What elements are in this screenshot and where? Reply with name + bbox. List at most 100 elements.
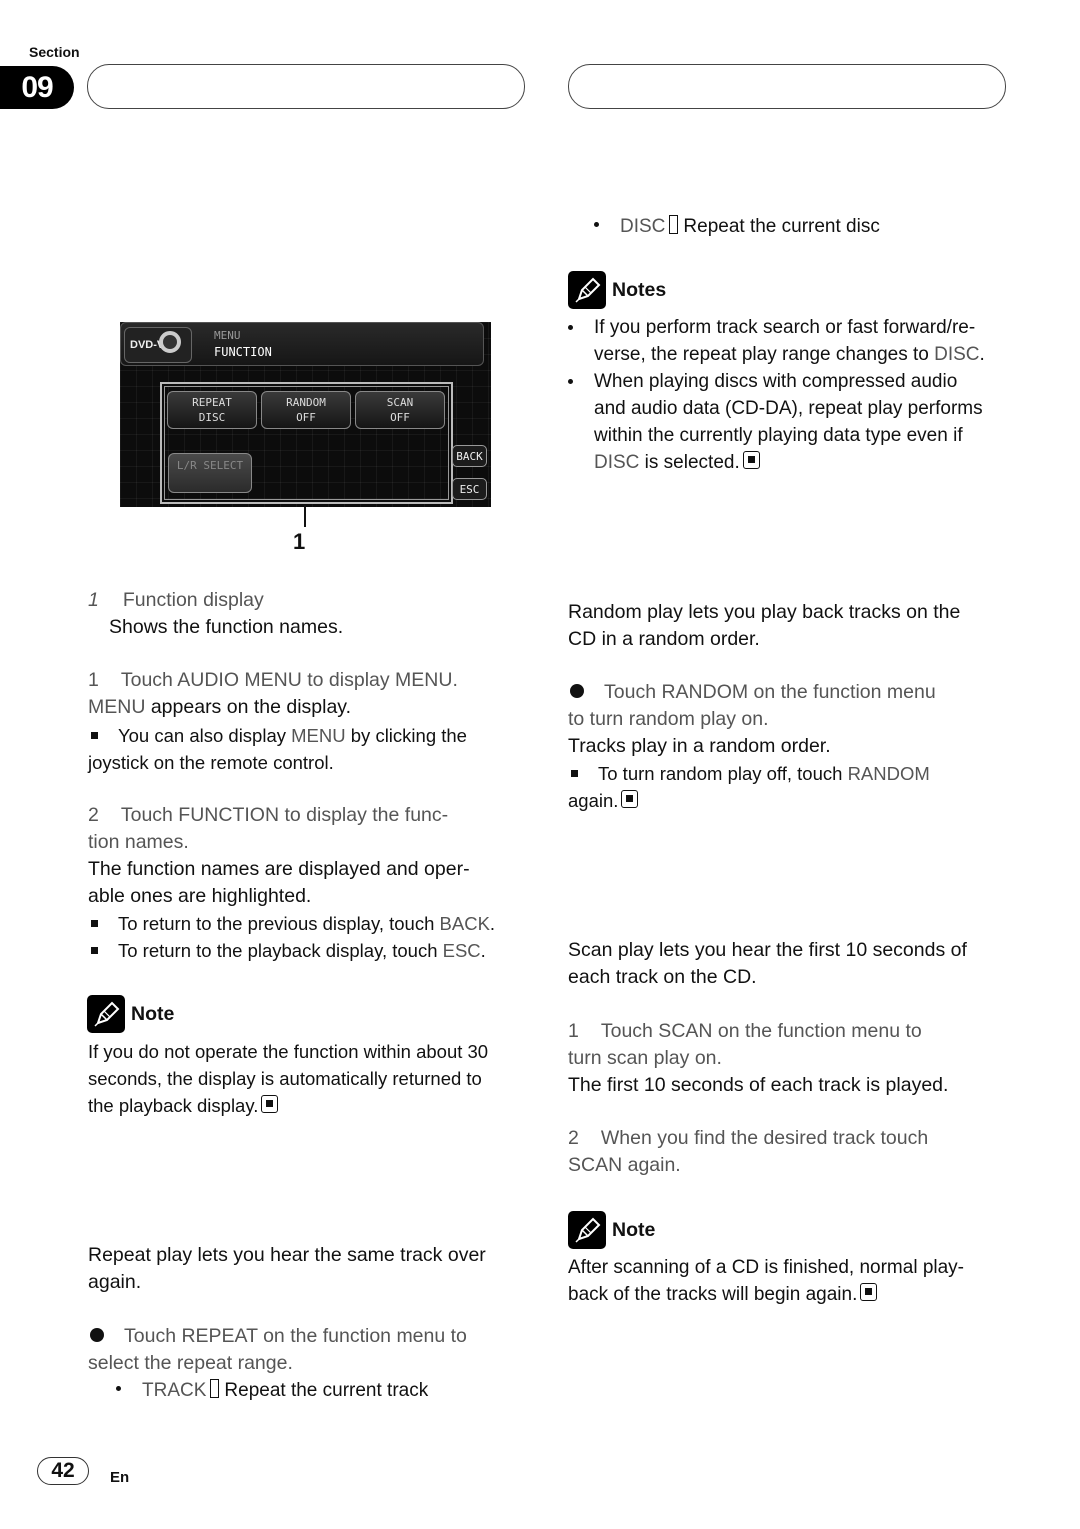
option-desc: Repeat the current disc xyxy=(683,216,880,237)
scan-button-label: SCAN xyxy=(386,396,414,409)
scan-button[interactable]: SCAN OFF xyxy=(355,391,445,429)
step-text: Touch AUDIO MENU to display MENU. xyxy=(120,669,458,691)
note-line: When playing discs with compressed audio xyxy=(594,371,958,392)
step-result-cont: able ones are highlighted. xyxy=(88,885,312,907)
random-tip: To turn random play off, touch RANDOM ag… xyxy=(568,760,1013,814)
callout-line xyxy=(304,505,306,527)
repeat-button[interactable]: REPEAT DISC xyxy=(167,391,257,429)
section-number-tab: 09 xyxy=(0,66,74,109)
note-title: Note xyxy=(131,1002,175,1025)
function-display-screenshot: DVD-V MENU FUNCTION REPEAT DISC RANDOM O… xyxy=(120,322,491,507)
step-result: The first 10 seconds of each track is pl… xyxy=(568,1074,949,1096)
step-text-cont: to turn random play on. xyxy=(568,708,769,730)
tip-bullet-icon xyxy=(91,732,98,740)
step-number: 2 xyxy=(568,1127,579,1149)
note-heading: Note xyxy=(87,995,174,1033)
back-button[interactable]: BACK xyxy=(452,445,487,467)
option-bullet-icon xyxy=(594,222,599,228)
tip-esc: To return to the playback display, touch… xyxy=(88,937,528,964)
note-line: is selected. xyxy=(639,452,740,473)
note-line: If you do not operate the function withi… xyxy=(88,1041,489,1062)
step-text: Touch SCAN on the function menu to xyxy=(600,1020,922,1042)
language-code: En xyxy=(110,1469,130,1486)
note-bullet-icon xyxy=(568,325,573,330)
step-result: The function names are displayed and ope… xyxy=(88,858,470,880)
tip-bullet-icon xyxy=(571,770,578,778)
step-text: Touch REPEAT on the function menu to xyxy=(124,1325,467,1347)
tip-text: To return to the previous display, touch xyxy=(118,913,440,934)
note-line: verse, the repeat play range changes to xyxy=(594,344,935,365)
step-1-tip: You can also display MENU by clicking th… xyxy=(88,722,528,776)
caption-number: 1 xyxy=(88,589,99,611)
callout-number: 1 xyxy=(293,529,306,554)
note-line: seconds, the display is automatically re… xyxy=(88,1068,482,1089)
tip-bullet-icon xyxy=(91,947,98,955)
note-item: If you perform track search or fast forw… xyxy=(568,314,1018,368)
esc-term: ESC xyxy=(442,940,481,961)
track-term: TRACK xyxy=(142,1380,207,1401)
option-desc: Repeat the current track xyxy=(224,1380,429,1401)
intro-line: again. xyxy=(88,1271,142,1293)
scan-button-value: OFF xyxy=(390,411,410,424)
note-line: and audio data (CD-DA), repeat play perf… xyxy=(594,398,983,419)
random-term: RANDOM xyxy=(847,763,930,784)
tip-text: You can also display xyxy=(118,725,292,746)
repeat-button-label: REPEAT xyxy=(192,396,232,409)
notes-list: If you perform track search or fast forw… xyxy=(568,314,1018,476)
missing-glyph-icon xyxy=(669,215,679,234)
scan-note-body: After scanning of a CD is finished, norm… xyxy=(568,1254,1013,1308)
step-text: When you find the desired track touch xyxy=(600,1127,929,1149)
page-number: 42 xyxy=(37,1457,89,1485)
intro-line: CD in a random order. xyxy=(568,628,760,650)
tip-text: To turn random play off, touch xyxy=(598,763,848,784)
function-display-frame: REPEAT DISC RANDOM OFF SCAN OFF L/R SELE… xyxy=(160,382,453,504)
back-term: BACK xyxy=(439,913,490,934)
step-text-cont: select the repeat range. xyxy=(88,1352,293,1374)
screen-function-label: FUNCTION xyxy=(214,345,272,359)
repeat-step: Touch REPEAT on the function menu to sel… xyxy=(88,1323,528,1377)
tip-text-end: again. xyxy=(568,790,619,811)
esc-button[interactable]: ESC xyxy=(452,478,487,500)
step-text-cont: SCAN again. xyxy=(568,1154,681,1176)
repeat-intro: Repeat play lets you hear the same track… xyxy=(88,1242,528,1296)
menu-term: MENU xyxy=(88,696,146,718)
repeat-option-track: TRACK Repeat the current track xyxy=(116,1377,428,1404)
step-result: Tracks play in a random order. xyxy=(568,735,831,757)
lr-select-button[interactable]: L/R SELECT xyxy=(168,453,252,493)
option-bullet-icon xyxy=(116,1386,121,1392)
note-bullet-icon xyxy=(568,379,573,384)
random-button[interactable]: RANDOM OFF xyxy=(261,391,351,429)
pencil-icon xyxy=(87,995,125,1033)
lr-select-label: L/R SELECT xyxy=(176,459,244,472)
chapter-title-box xyxy=(87,64,525,109)
tip-back: To return to the previous display, touch… xyxy=(88,910,528,937)
tip-bullet-icon xyxy=(91,920,98,928)
pencil-icon xyxy=(568,271,606,309)
step-2-tips: To return to the previous display, touch… xyxy=(88,910,528,964)
menu-term: MENU xyxy=(291,725,346,746)
repeat-option-disc: DISC Repeat the current disc xyxy=(594,213,880,240)
missing-glyph-icon xyxy=(210,1379,220,1398)
note-line: back of the tracks will begin again. xyxy=(568,1284,858,1305)
step-bullet-icon xyxy=(570,684,584,699)
caption-description: Shows the function names. xyxy=(109,616,344,638)
caption-function-display: 1 Function display xyxy=(88,587,264,614)
screen-menu-label: MENU xyxy=(214,329,241,342)
end-mark-icon xyxy=(621,790,639,808)
step-text-cont: turn scan play on. xyxy=(568,1047,722,1069)
notes-title: Notes xyxy=(612,278,667,301)
random-button-value: OFF xyxy=(296,411,316,424)
caption-title: Function display xyxy=(122,589,264,611)
disc-term: DISC xyxy=(934,344,980,365)
note-item: When playing discs with compressed audio… xyxy=(568,368,1018,476)
step-1: 1 Touch AUDIO MENU to display MENU. MENU … xyxy=(88,667,528,721)
intro-line: each track on the CD. xyxy=(568,966,757,988)
step-text: Touch RANDOM on the function menu xyxy=(604,681,936,703)
note-line: After scanning of a CD is finished, norm… xyxy=(568,1257,965,1278)
step-result: appears on the display. xyxy=(145,696,352,718)
note-line: If you perform track search or fast forw… xyxy=(594,317,976,338)
note-title: Note xyxy=(612,1218,656,1241)
end-mark-icon xyxy=(261,1095,279,1113)
random-button-label: RANDOM xyxy=(286,396,326,409)
intro-line: Scan play lets you hear the first 10 sec… xyxy=(568,939,967,961)
